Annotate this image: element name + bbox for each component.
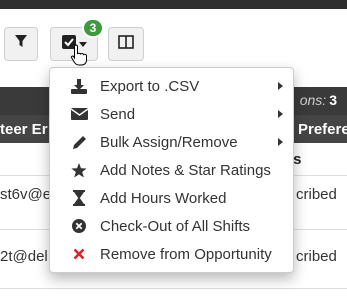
menu-item-label: Check-Out of All Shifts — [100, 217, 251, 235]
submenu-arrow-icon — [278, 110, 283, 118]
menu-item-bulk-assign-remove[interactable]: Bulk Assign/Remove — [50, 128, 293, 156]
menu-item-label: Add Hours Worked — [100, 189, 227, 207]
table-cell-email: 2t@del — [0, 248, 48, 265]
table-cell-email: st6v@e — [0, 186, 52, 203]
submenu-arrow-icon — [278, 82, 283, 90]
columns-icon — [118, 34, 134, 54]
envelope-icon — [66, 108, 92, 120]
star-icon — [66, 162, 92, 178]
column-header-email[interactable]: teer Er — [0, 121, 48, 138]
submenu-arrow-icon — [278, 138, 283, 146]
menu-item-export-csv[interactable]: Export to .CSV — [50, 72, 293, 100]
menu-item-label: Remove from Opportunity — [100, 245, 272, 263]
menu-item-label: Send — [100, 105, 136, 123]
filter-icon — [15, 35, 27, 53]
menu-item-add-hours-worked[interactable]: Add Hours Worked — [50, 184, 293, 212]
columns-button[interactable] — [108, 27, 144, 61]
menu-item-label: Add Notes & Star Ratings — [100, 161, 271, 179]
menu-item-label: Export to .CSV — [100, 77, 200, 95]
table-cell-status: cribed — [296, 248, 337, 265]
pencil-icon — [66, 135, 92, 150]
menu-item-check-out-all-shifts[interactable]: Check-Out of All Shifts — [50, 212, 293, 240]
menu-item-remove-from-opportunity[interactable]: Remove from Opportunity — [50, 240, 293, 268]
table-cell-status: cribed — [296, 186, 337, 203]
bulk-actions-menu: Export to .CSV Send Bulk Assign/Remove A… — [49, 67, 294, 273]
row-divider — [0, 288, 347, 289]
circle-x-icon — [66, 219, 92, 233]
menu-item-add-notes-star-ratings[interactable]: Add Notes & Star Ratings — [50, 156, 293, 184]
hourglass-icon — [66, 190, 92, 206]
menu-item-send[interactable]: Send — [50, 100, 293, 128]
red-x-icon — [66, 248, 92, 260]
download-icon — [66, 78, 92, 94]
selected-count-badge: 3 — [82, 18, 104, 38]
menu-item-label: Bulk Assign/Remove — [100, 133, 238, 151]
options-count-label: ons: 3 — [299, 92, 337, 108]
filter-button[interactable] — [4, 27, 38, 61]
column-header-preference[interactable]: Prefere — [298, 121, 347, 138]
top-bar — [0, 0, 347, 9]
